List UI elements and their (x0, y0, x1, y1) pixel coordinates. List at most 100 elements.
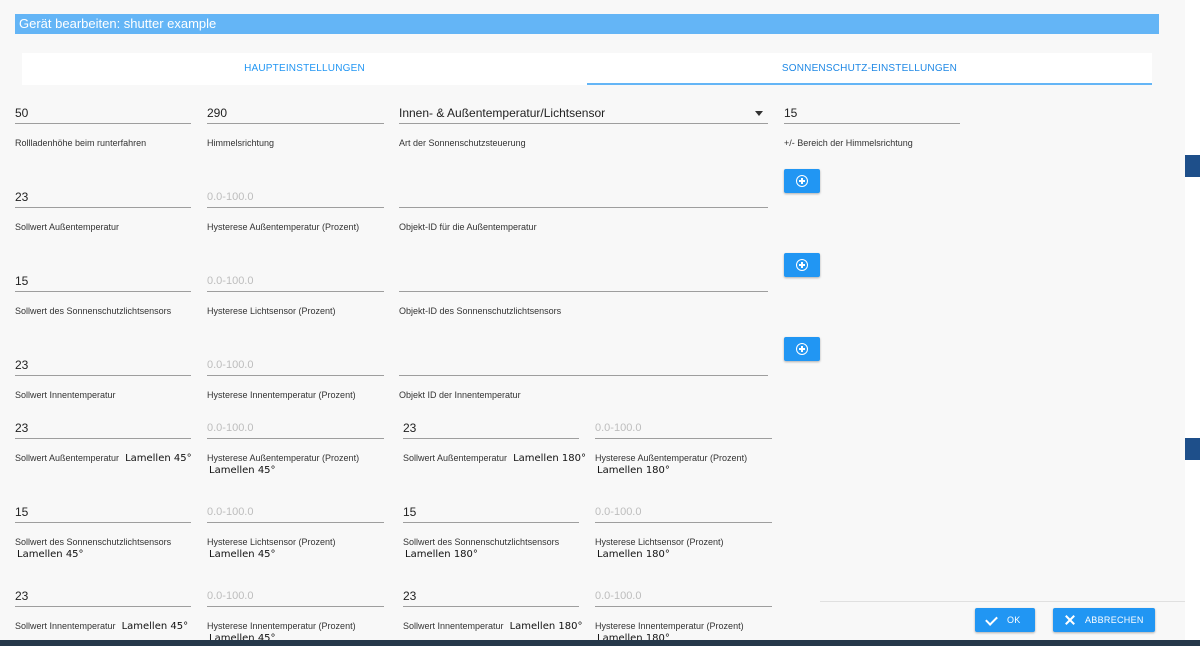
slat-angle-note: Lamellen 180° (509, 621, 583, 632)
slat180-inner-temp-setpoint-field[interactable]: 23 Sollwert Innentemperatur Lamellen 180° (403, 587, 582, 637)
select-outer-temp-object-button[interactable] (784, 169, 820, 193)
slat45-light-hysteresis-label: Hysterese Lichtsensor (Prozent) (207, 537, 336, 547)
inner-temp-object-field[interactable]: Objekt ID der Innentemperatur (399, 356, 768, 401)
slat180-outer-temp-setpoint-label-wrap: Sollwert Außentemperatur Lamellen 180° (403, 452, 586, 465)
background-page-accent (1185, 155, 1200, 177)
slat45-outer-temp-setpoint-field[interactable]: 23 Sollwert Außentemperatur Lamellen 45° (15, 419, 192, 469)
slat180-outer-temp-hysteresis-input[interactable]: 0.0-100.0 (595, 419, 641, 437)
light-sensor-setpoint-input[interactable]: 15 (15, 272, 28, 290)
tab-main-settings[interactable]: HAUPTEINSTELLUNGEN (22, 53, 587, 85)
slat45-inner-temp-hysteresis-input[interactable]: 0.0-100.0 (207, 587, 253, 605)
input-underline (595, 438, 772, 439)
input-underline (403, 522, 579, 523)
select-light-sensor-object-button[interactable] (784, 253, 820, 277)
light-sensor-setpoint-label: Sollwert des Sonnenschutzlichtsensors (15, 306, 172, 316)
slat180-light-setpoint-field[interactable]: 15 Sollwert des Sonnenschutzlichtsensors… (403, 503, 579, 560)
shutter-height-input[interactable]: 50 (15, 104, 28, 122)
slat45-inner-temp-setpoint-field[interactable]: 23 Sollwert Innentemperatur Lamellen 45° (15, 587, 191, 637)
input-underline (15, 522, 191, 523)
dialog-title: Gerät bearbeiten: shutter example (15, 14, 1159, 34)
slat-angle-note: Lamellen 45° (121, 621, 189, 632)
inner-temp-hysteresis-field[interactable]: 0.0-100.0 Hysterese Innentemperatur (Pro… (207, 356, 384, 401)
slat180-light-hysteresis-label-wrap: Hysterese Lichtsensor (Prozent) Lamellen … (595, 536, 724, 561)
slat180-inner-temp-setpoint-input[interactable]: 23 (403, 587, 416, 605)
input-underline (207, 438, 384, 439)
sun-control-type-select[interactable]: Innen- & Außentemperatur/Lichtsensor Art… (399, 104, 768, 149)
slat180-light-setpoint-label: Sollwert des Sonnenschutzlichtsensors (403, 537, 560, 547)
input-underline (595, 522, 772, 523)
inner-temp-hysteresis-input[interactable]: 0.0-100.0 (207, 356, 253, 374)
slat45-outer-temp-setpoint-input[interactable]: 23 (15, 419, 28, 437)
input-underline (15, 123, 191, 124)
direction-label: Himmelsrichtung (207, 138, 275, 148)
slat180-outer-temp-setpoint-input[interactable]: 23 (403, 419, 416, 437)
slat45-inner-temp-setpoint-label-wrap: Sollwert Innentemperatur Lamellen 45° (15, 620, 188, 633)
ok-button-label: OK (1007, 615, 1021, 625)
slat45-light-setpoint-label: Sollwert des Sonnenschutzlichtsensors (15, 537, 172, 547)
slat45-outer-temp-hysteresis-label: Hysterese Außentemperatur (Prozent) (207, 453, 360, 463)
slat45-light-setpoint-input[interactable]: 15 (15, 503, 28, 521)
slat180-light-hysteresis-input[interactable]: 0.0-100.0 (595, 503, 641, 521)
input-underline (15, 606, 191, 607)
tab-sun-protection-settings[interactable]: SONNENSCHUTZ-EINSTELLUNGEN (587, 53, 1152, 85)
input-underline (207, 207, 384, 208)
slat45-outer-temp-hysteresis-field[interactable]: 0.0-100.0 Hysterese Außentemperatur (Pro… (207, 419, 384, 476)
cancel-button-label: ABBRECHEN (1085, 615, 1144, 625)
direction-range-input[interactable]: 15 (784, 104, 797, 122)
slat-angle-note: Lamellen 45° (209, 549, 276, 560)
cancel-button[interactable]: ABBRECHEN (1053, 608, 1155, 632)
input-underline (207, 123, 384, 124)
light-sensor-object-field[interactable]: Objekt-ID des Sonnenschutzlichtsensors (399, 272, 768, 317)
outer-temp-object-field[interactable]: Objekt-ID für die Außentemperatur (399, 188, 768, 233)
outer-temp-hysteresis-input[interactable]: 0.0-100.0 (207, 188, 253, 206)
slat180-light-setpoint-input[interactable]: 15 (403, 503, 416, 521)
outer-temp-setpoint-input[interactable]: 23 (15, 188, 28, 206)
inner-temp-setpoint-input[interactable]: 23 (15, 356, 28, 374)
ok-button[interactable]: OK (975, 608, 1035, 632)
slat180-inner-temp-hysteresis-input[interactable]: 0.0-100.0 (595, 587, 641, 605)
caret-down-icon[interactable] (755, 111, 763, 116)
select-inner-temp-object-button[interactable] (784, 337, 820, 361)
light-sensor-setpoint-field[interactable]: 15 Sollwert des Sonnenschutzlichtsensors (15, 272, 191, 317)
slat180-outer-temp-hysteresis-field[interactable]: 0.0-100.0 Hysterese Außentemperatur (Pro… (595, 419, 772, 476)
slat45-light-hysteresis-field[interactable]: 0.0-100.0 Hysterese Lichtsensor (Prozent… (207, 503, 384, 561)
input-underline (207, 522, 384, 523)
input-underline (784, 123, 960, 124)
direction-range-field[interactable]: 15 +/- Bereich der Himmelsrichtung (784, 104, 960, 149)
input-underline (399, 291, 768, 292)
outer-temp-object-label: Objekt-ID für die Außentemperatur (399, 222, 537, 232)
slat45-light-setpoint-field[interactable]: 15 Sollwert des Sonnenschutzlichtsensors… (15, 503, 191, 560)
slat45-outer-temp-hysteresis-input[interactable]: 0.0-100.0 (207, 419, 253, 437)
slat180-outer-temp-hysteresis-label: Hysterese Außentemperatur (Prozent) (595, 453, 748, 463)
inner-temp-hysteresis-label: Hysterese Innentemperatur (Prozent) (207, 390, 356, 400)
slat45-inner-temp-setpoint-input[interactable]: 23 (15, 587, 28, 605)
light-sensor-object-label: Objekt-ID des Sonnenschutzlichtsensors (399, 306, 562, 316)
plus-circle-icon (796, 175, 808, 187)
outer-temp-hysteresis-field[interactable]: 0.0-100.0 Hysterese Außentemperatur (Pro… (207, 188, 384, 233)
slat180-light-hysteresis-field[interactable]: 0.0-100.0 Hysterese Lichtsensor (Prozent… (595, 503, 772, 561)
check-icon (985, 613, 999, 627)
inner-temp-setpoint-label: Sollwert Innentemperatur (15, 390, 116, 400)
light-sensor-hysteresis-input[interactable]: 0.0-100.0 (207, 272, 253, 290)
shutter-height-field[interactable]: 50 Rollladenhöhe beim runterfahren (15, 104, 191, 149)
direction-range-label: +/- Bereich der Himmelsrichtung (784, 138, 913, 148)
slat180-inner-temp-hysteresis-field[interactable]: 0.0-100.0 Hysterese Innentemperatur (Pro… (595, 587, 772, 644)
active-tab-indicator (587, 83, 1152, 85)
sun-control-type-value[interactable]: Innen- & Außentemperatur/Lichtsensor (399, 104, 605, 122)
slat180-outer-temp-setpoint-field[interactable]: 23 Sollwert Außentemperatur Lamellen 180° (403, 419, 586, 469)
slat45-light-hysteresis-input[interactable]: 0.0-100.0 (207, 503, 253, 521)
inner-temp-setpoint-field[interactable]: 23 Sollwert Innentemperatur (15, 356, 191, 401)
slat45-inner-temp-hysteresis-field[interactable]: 0.0-100.0 Hysterese Innentemperatur (Pro… (207, 587, 384, 644)
direction-field[interactable]: 290 Himmelsrichtung (207, 104, 384, 149)
slat-angle-note: Lamellen 180° (405, 549, 478, 560)
input-underline (399, 207, 768, 208)
light-sensor-hysteresis-field[interactable]: 0.0-100.0 Hysterese Lichtsensor (Prozent… (207, 272, 384, 317)
direction-input[interactable]: 290 (207, 104, 227, 122)
input-underline (207, 606, 384, 607)
outer-temp-setpoint-field[interactable]: 23 Sollwert Außentemperatur (15, 188, 191, 233)
slat-angle-note: Lamellen 45° (209, 465, 276, 476)
slat180-light-hysteresis-label: Hysterese Lichtsensor (Prozent) (595, 537, 724, 547)
slat-angle-note: Lamellen 45° (125, 453, 192, 464)
outer-temp-hysteresis-label: Hysterese Außentemperatur (Prozent) (207, 222, 360, 232)
slat45-light-hysteresis-label-wrap: Hysterese Lichtsensor (Prozent) Lamellen … (207, 536, 336, 561)
